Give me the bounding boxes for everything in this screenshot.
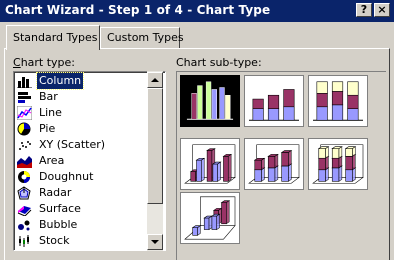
window-title: Chart Wizard - Step 1 of 4 - Chart Type: [5, 3, 271, 17]
help-button[interactable]: ?: [356, 3, 372, 17]
tab-custom-types[interactable]: Custom Types: [100, 27, 184, 48]
tab-label: Standard Types: [13, 31, 98, 44]
title-bar: Chart Wizard - Step 1 of 4 - Chart Type …: [0, 0, 394, 22]
tab-standard-types[interactable]: Standard Types: [6, 25, 100, 50]
close-button[interactable]: ×: [374, 3, 390, 17]
tab-panel: [4, 48, 390, 260]
tab-label: Custom Types: [107, 31, 184, 44]
